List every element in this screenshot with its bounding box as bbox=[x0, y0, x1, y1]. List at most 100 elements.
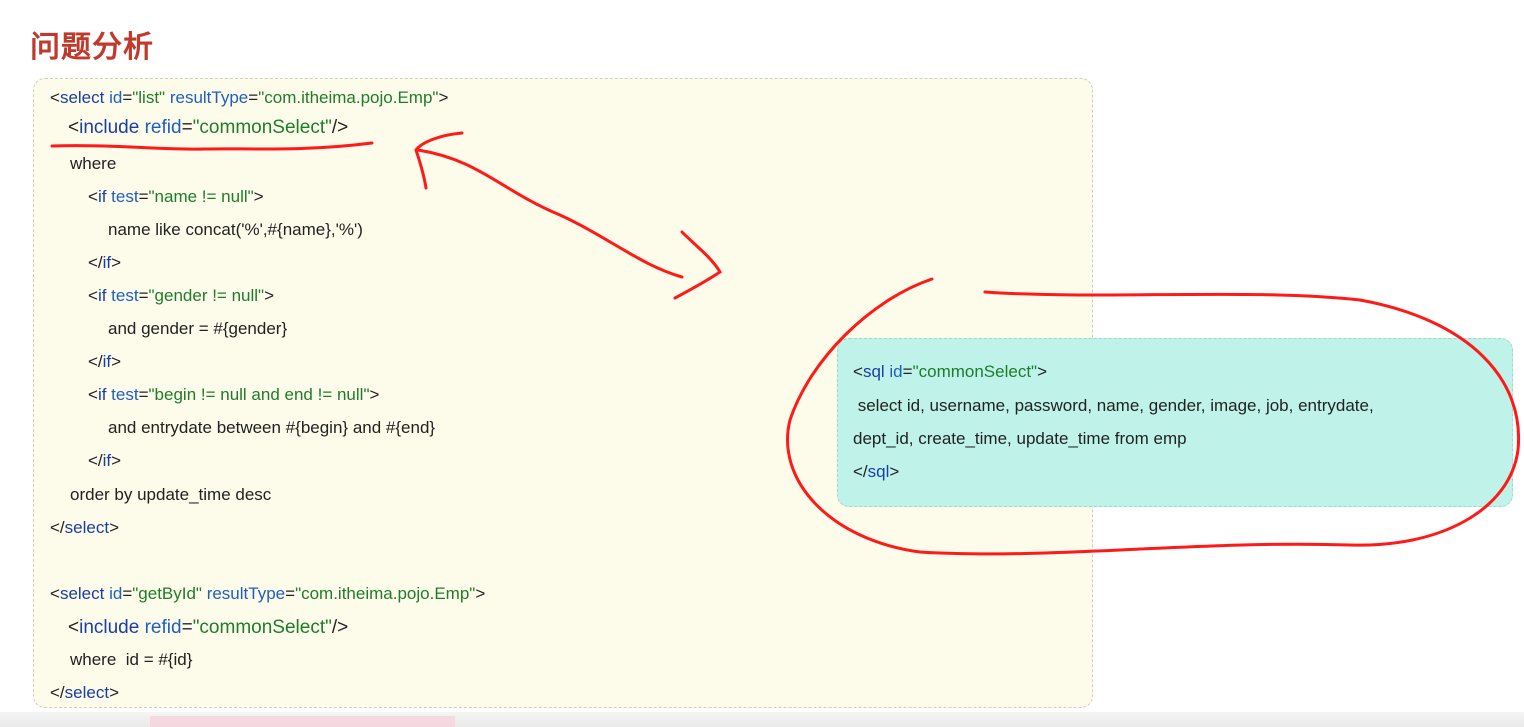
code-line: where id = #{id} bbox=[70, 650, 192, 670]
code-token: "commonSelect" bbox=[192, 117, 332, 138]
code-token: < bbox=[88, 187, 98, 206]
code-token: > bbox=[264, 286, 275, 305]
code-token: select bbox=[59, 88, 110, 107]
code-line: <select id="list" resultType="com.itheim… bbox=[50, 88, 448, 108]
code-token: name like concat('%',#{name},'%') bbox=[108, 220, 363, 239]
code-token: if bbox=[97, 286, 112, 305]
code-token: resultType bbox=[165, 88, 249, 107]
code-token: include bbox=[79, 617, 145, 638]
code-token: < bbox=[88, 385, 98, 404]
code-token: if bbox=[102, 451, 112, 470]
sql-line: <sql id="commonSelect"> bbox=[853, 362, 1047, 382]
code-token: id bbox=[109, 88, 123, 107]
sql-line: select id, username, password, name, gen… bbox=[853, 396, 1374, 416]
code-line: name like concat('%',#{name},'%') bbox=[108, 220, 363, 240]
code-line: <if test="gender != null"> bbox=[88, 286, 274, 306]
code-token: select bbox=[64, 518, 110, 537]
code-token: /> bbox=[331, 617, 349, 638]
code-token: where bbox=[70, 154, 117, 173]
code-line: </if> bbox=[88, 451, 121, 471]
code-line: </select> bbox=[50, 518, 119, 538]
code-token: refid bbox=[144, 117, 182, 138]
code-token: resultType bbox=[201, 584, 286, 603]
code-token: = bbox=[122, 88, 133, 107]
code-token: if bbox=[102, 352, 112, 371]
code-token: select bbox=[64, 683, 110, 702]
code-token: > bbox=[253, 187, 264, 206]
code-token: </ bbox=[88, 451, 103, 470]
sql-token: select id, username, password, name, gen… bbox=[853, 396, 1374, 415]
code-token: = bbox=[285, 584, 296, 603]
code-token: > bbox=[369, 385, 380, 404]
code-token: = bbox=[122, 584, 133, 603]
code-token: < bbox=[68, 117, 80, 138]
code-token: > bbox=[111, 451, 122, 470]
code-line: <include refid="commonSelect"/> bbox=[68, 117, 348, 139]
code-token: "commonSelect" bbox=[192, 617, 332, 638]
code-token: = bbox=[138, 187, 149, 206]
code-token: /> bbox=[331, 117, 349, 138]
code-token: < bbox=[50, 88, 60, 107]
sql-token: > bbox=[889, 462, 900, 481]
code-token: "begin != null and end != null" bbox=[148, 385, 370, 404]
sql-token: "commonSelect" bbox=[912, 362, 1038, 381]
code-token: "getById" bbox=[132, 584, 202, 603]
sql-token: > bbox=[1037, 362, 1048, 381]
code-token: refid bbox=[144, 617, 182, 638]
code-line: </select> bbox=[50, 683, 119, 703]
code-line: order by update_time desc bbox=[70, 485, 271, 505]
sql-token: dept_id, create_time, update_time from e… bbox=[853, 429, 1187, 448]
code-token: </ bbox=[88, 352, 103, 371]
code-token: > bbox=[438, 88, 449, 107]
code-line: and entrydate between #{begin} and #{end… bbox=[108, 418, 435, 438]
code-token: if bbox=[102, 253, 112, 272]
sql-token: </ bbox=[853, 462, 868, 481]
code-token: "name != null" bbox=[148, 187, 254, 206]
code-token: "com.itheima.pojo.Emp" bbox=[295, 584, 476, 603]
code-token: = bbox=[248, 88, 259, 107]
code-token: test bbox=[111, 385, 139, 404]
code-line: </if> bbox=[88, 352, 121, 372]
code-token: < bbox=[50, 584, 60, 603]
code-token: = bbox=[138, 385, 149, 404]
sql-token: sql bbox=[862, 362, 890, 381]
code-token: < bbox=[88, 286, 98, 305]
code-token: order by update_time desc bbox=[70, 485, 272, 504]
code-token: if bbox=[97, 187, 112, 206]
code-token: > bbox=[475, 584, 486, 603]
sql-token: sql bbox=[867, 462, 890, 481]
sql-line: </sql> bbox=[853, 462, 899, 482]
slide-title: 问题分析 bbox=[30, 30, 154, 65]
code-token: "list" bbox=[132, 88, 166, 107]
code-token: < bbox=[68, 617, 80, 638]
code-token: </ bbox=[50, 683, 65, 702]
pink-highlight-mark bbox=[150, 716, 455, 727]
code-token: where id = #{id} bbox=[70, 650, 193, 669]
code-token: "gender != null" bbox=[148, 286, 265, 305]
code-token: test bbox=[111, 286, 139, 305]
code-token: id bbox=[109, 584, 123, 603]
code-line: <include refid="commonSelect"/> bbox=[68, 617, 348, 639]
code-token: > bbox=[109, 518, 120, 537]
code-line: <if test="name != null"> bbox=[88, 187, 264, 207]
sql-line: dept_id, create_time, update_time from e… bbox=[853, 429, 1187, 449]
sql-token: id bbox=[889, 362, 903, 381]
sql-token: < bbox=[853, 362, 863, 381]
code-token: > bbox=[109, 683, 120, 702]
code-token: > bbox=[111, 253, 122, 272]
code-token: = bbox=[181, 117, 193, 138]
code-token: if bbox=[97, 385, 112, 404]
code-line: where bbox=[70, 154, 116, 174]
code-line: <if test="begin != null and end != null"… bbox=[88, 385, 379, 405]
code-token: = bbox=[138, 286, 149, 305]
code-line: </if> bbox=[88, 253, 121, 273]
code-token: </ bbox=[50, 518, 65, 537]
code-token: and gender = #{gender} bbox=[108, 319, 288, 338]
code-token: = bbox=[181, 617, 193, 638]
code-token: and entrydate between #{begin} and #{end… bbox=[108, 418, 436, 437]
code-token: include bbox=[79, 117, 145, 138]
code-line: and gender = #{gender} bbox=[108, 319, 287, 339]
code-line: <select id="getById" resultType="com.ith… bbox=[50, 584, 485, 604]
code-token: "com.itheima.pojo.Emp" bbox=[258, 88, 439, 107]
code-token: > bbox=[111, 352, 122, 371]
